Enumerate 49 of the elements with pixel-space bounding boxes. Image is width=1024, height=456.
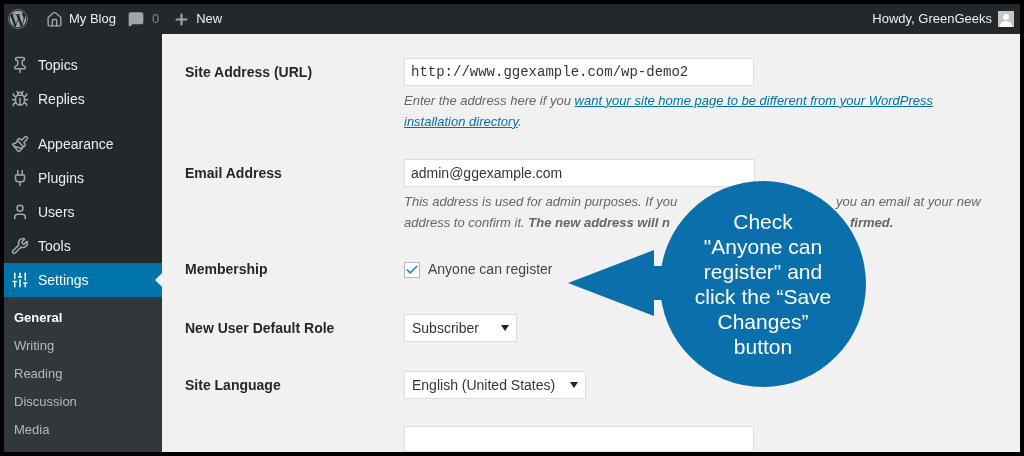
sidebar-item[interactable]: Replies xyxy=(4,82,162,116)
submenu-item[interactable]: Media xyxy=(4,416,162,444)
caret-icon xyxy=(570,382,578,389)
field-label: New User Default Role xyxy=(185,318,335,338)
select-field[interactable]: English (United States) xyxy=(404,371,586,400)
submenu-item[interactable]: Reading xyxy=(4,360,162,388)
bug-icon xyxy=(11,90,29,108)
paintbrush-icon xyxy=(11,135,29,153)
comment-icon xyxy=(127,11,144,27)
description-text: This address is used for admin purposes. If you xyxy=(404,193,678,212)
text-field[interactable]: http://www.ggexample.com/wp-demo2 xyxy=(404,58,754,86)
sidebar-item[interactable]: Appearance xyxy=(4,127,162,161)
sidebar-item[interactable]: Plugins xyxy=(4,161,162,195)
sidebar-item[interactable]: Settings xyxy=(4,263,162,297)
link[interactable]: installation directory xyxy=(404,113,518,129)
checkbox[interactable] xyxy=(404,261,420,278)
submenu-item[interactable]: General xyxy=(4,304,162,332)
sidebar-item[interactable]: Users xyxy=(4,195,162,229)
avatar-icon xyxy=(998,11,1014,27)
submenu-item[interactable]: Writing xyxy=(4,332,162,360)
field-label: Membership xyxy=(185,260,268,280)
pin-icon xyxy=(11,56,29,74)
text-field[interactable] xyxy=(404,425,754,452)
sidebar-item[interactable]: Topics xyxy=(4,48,162,82)
description-text: address to confirm it. The new address will n xyxy=(404,214,670,233)
select-field[interactable]: Subscriber xyxy=(404,314,517,343)
wrench-icon xyxy=(11,237,29,255)
description-text: you an email at your new xyxy=(836,193,981,212)
link[interactable]: want your site home page to be different from your WordPress xyxy=(574,92,933,108)
field-label: Email Address xyxy=(185,163,282,183)
description-text: firmed. xyxy=(850,214,895,233)
caret-icon xyxy=(501,325,509,332)
checkbox-label: Anyone can register xyxy=(428,260,553,280)
site-link[interactable]: My Blog xyxy=(46,9,116,29)
new-link[interactable]: New xyxy=(173,9,223,29)
comments-link[interactable]: 0 xyxy=(127,9,160,29)
wordpress-logo-icon[interactable] xyxy=(8,9,28,29)
description-text: Enter the address here if you xyxy=(404,92,572,108)
user-icon xyxy=(11,203,29,221)
home-icon xyxy=(46,10,63,28)
callout-text: Check "Anyone can register" and click the “Save Changes” button xyxy=(693,209,833,359)
account-link[interactable]: Howdy, GreenGeeks xyxy=(872,9,1014,29)
field-label: Site Language xyxy=(185,375,281,395)
submenu-item[interactable]: Discussion xyxy=(4,388,162,416)
field-label: Site Address (URL) xyxy=(185,62,313,82)
plus-icon xyxy=(173,10,191,28)
sidebar-item[interactable]: Tools xyxy=(4,229,162,263)
text-field[interactable]: admin@ggexample.com xyxy=(404,159,755,188)
sliders-icon xyxy=(11,271,29,289)
